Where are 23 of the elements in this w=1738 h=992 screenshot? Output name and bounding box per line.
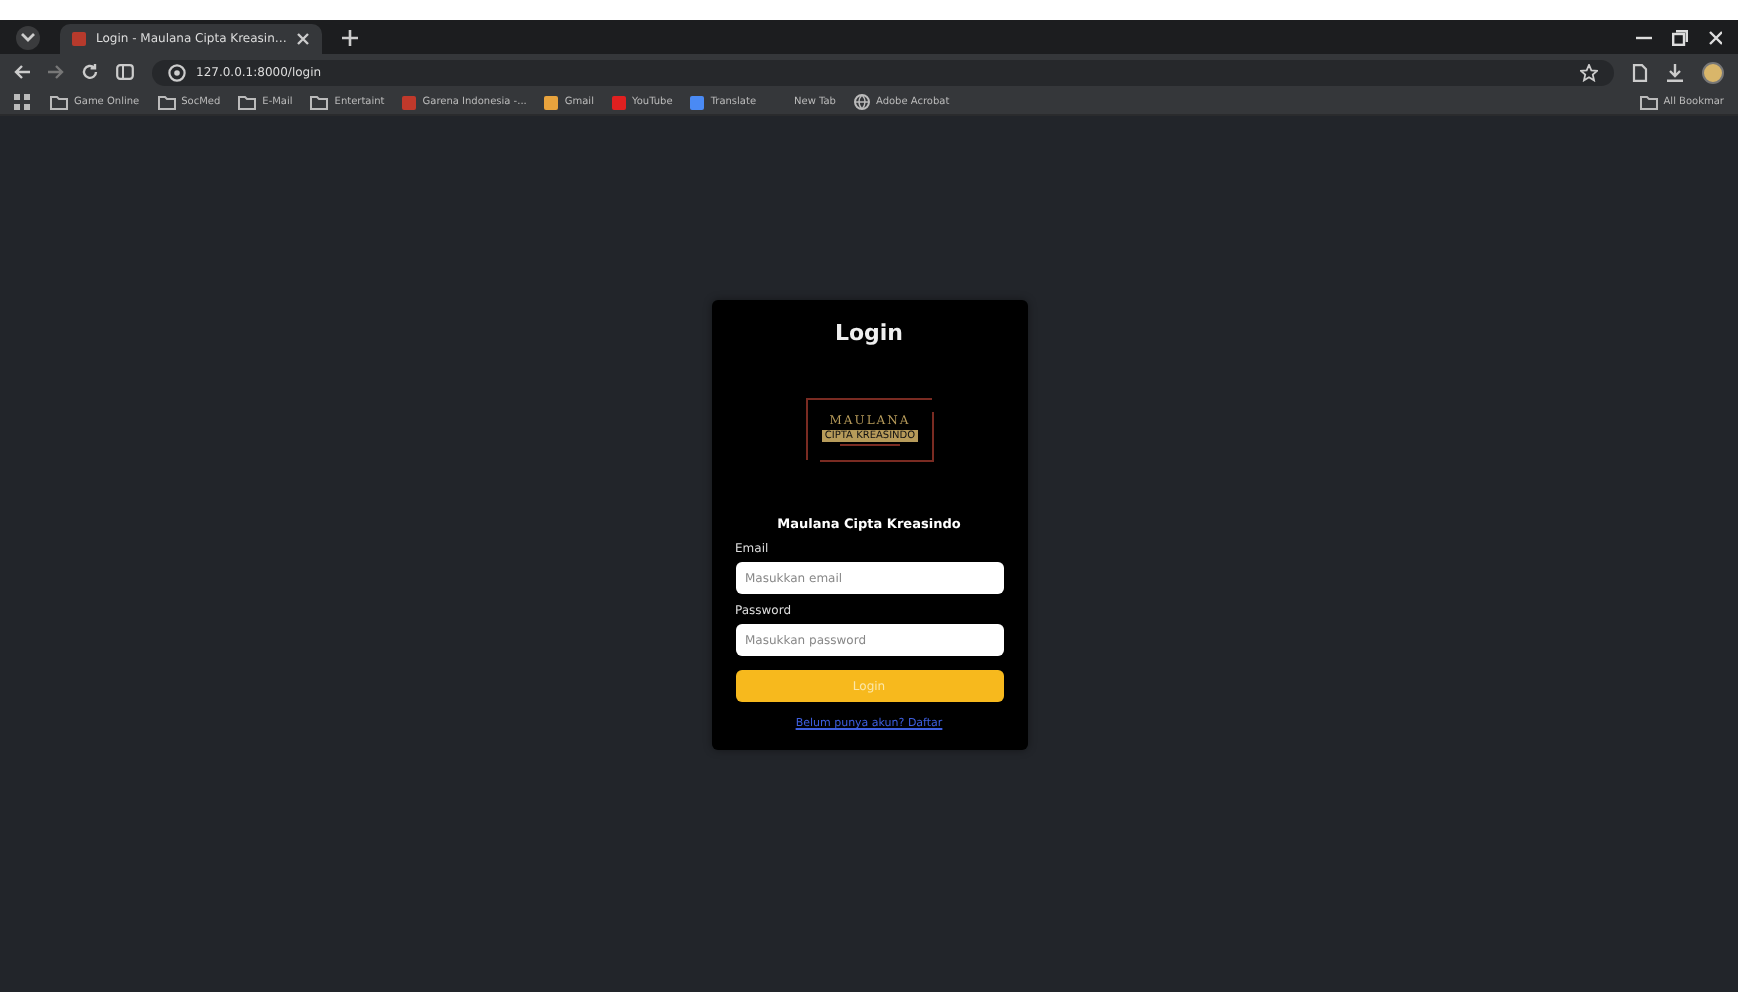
favicon-icon (72, 32, 86, 46)
folder-icon (157, 95, 176, 109)
new-tab-icon[interactable] (342, 29, 359, 45)
star-icon[interactable] (1580, 63, 1598, 81)
folder-icon (50, 95, 68, 109)
restore-icon[interactable] (1672, 29, 1688, 45)
site-info-icon[interactable] (168, 63, 186, 81)
folder-icon (1639, 95, 1658, 109)
sidebar-icon[interactable] (116, 64, 134, 80)
apps-icon[interactable] (14, 94, 30, 110)
minimize-icon[interactable] (1636, 35, 1652, 39)
reload-icon[interactable] (82, 64, 98, 80)
login-title: Login (832, 320, 906, 346)
close-icon[interactable] (296, 32, 311, 46)
globe-icon (853, 94, 870, 110)
back-icon[interactable] (14, 64, 30, 80)
tab-menu-icon[interactable] (16, 25, 40, 49)
avatar-icon[interactable] (1702, 61, 1724, 83)
folder-icon (310, 95, 329, 109)
folder-icon (238, 95, 257, 109)
forward-icon[interactable] (48, 64, 64, 80)
download-icon[interactable] (1666, 63, 1684, 81)
close-icon[interactable] (1708, 29, 1722, 45)
